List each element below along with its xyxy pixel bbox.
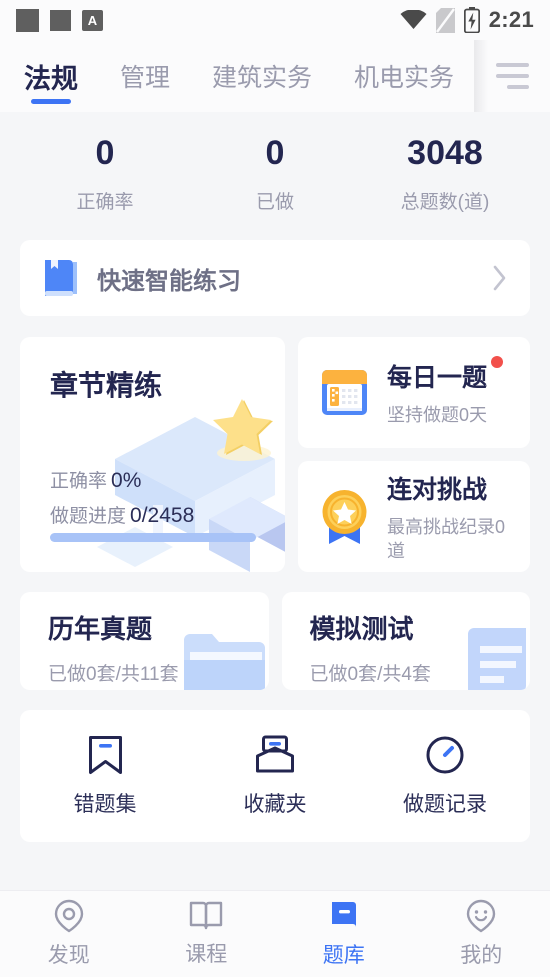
mock-test-subtitle: 已做0套/共4套	[309, 664, 431, 686]
streak-challenge-title: 连对挑战	[387, 475, 488, 504]
battery-charging-icon	[463, 7, 480, 33]
daily-question-text: 每日一题 坚持做题0天	[387, 355, 504, 427]
square-icon	[16, 8, 39, 32]
streak-challenge-subtitle: 最高挑战纪录0道	[387, 516, 506, 562]
chapter-practice-title: 章节精练	[50, 370, 163, 402]
bookmark-icon	[87, 735, 124, 775]
mid-right-column: 每日一题 坚持做题0天 连对挑战 最高挑战纪录0道	[298, 337, 530, 573]
a-badge-icon: A	[82, 9, 103, 31]
tab-jidian-shiwu[interactable]: 机电实务	[354, 40, 454, 112]
tab-label: 建筑实务	[212, 64, 313, 92]
nav-discover[interactable]: 发现	[0, 899, 138, 969]
mock-test-card[interactable]: 模拟测试 已做0套/共4套	[281, 592, 530, 691]
tab-label: 法规	[24, 63, 78, 94]
nav-question-bank[interactable]: 题库	[275, 899, 413, 969]
nav-label: 发现	[47, 944, 90, 967]
nav-courses[interactable]: 课程	[138, 900, 276, 968]
tab-label: 管理	[120, 64, 171, 92]
mid-card-grid: 章节精练 正确率 0% 做题进度 0/2458 每日一题 坚持做题0天 连对挑战…	[20, 337, 530, 573]
mock-test-title: 模拟测试	[309, 614, 414, 645]
tools-card: 错题集 收藏夹 做题记录	[20, 710, 530, 843]
tool-history[interactable]: 做题记录	[360, 735, 530, 818]
stat-value: 3048	[407, 134, 483, 172]
question-bank-icon	[327, 899, 361, 933]
main-content: 0 正确率 0 已做 3048 总题数(道) 快速智能练习 章节精练 正确率 0…	[0, 112, 550, 843]
streak-challenge-card[interactable]: 连对挑战 最高挑战纪录0道	[298, 461, 530, 573]
stat-accuracy: 0 正确率	[20, 134, 190, 214]
tool-label: 收藏夹	[243, 792, 307, 816]
profile-icon	[464, 899, 498, 933]
chapter-progress-value: 0/2458	[130, 504, 195, 528]
discover-icon	[52, 899, 86, 933]
chevron-right-icon	[492, 264, 508, 292]
tool-label: 错题集	[73, 792, 137, 816]
chapter-practice-card[interactable]: 章节精练 正确率 0% 做题进度 0/2458	[20, 337, 285, 573]
tab-fagui[interactable]: 法规	[24, 40, 78, 112]
tool-label: 做题记录	[403, 792, 487, 816]
category-tab-bar: 法规 管理 建筑实务 机电实务	[0, 40, 550, 112]
calendar-icon	[316, 364, 373, 421]
medal-icon	[316, 486, 373, 548]
status-bar-clock: 2:21	[488, 7, 534, 32]
status-bar: A 2:21	[0, 0, 550, 40]
nav-profile[interactable]: 我的	[413, 899, 550, 969]
daily-question-title: 每日一题	[387, 355, 504, 394]
stat-label: 已做	[255, 192, 294, 214]
tab-active-indicator	[31, 99, 71, 104]
book-icon	[42, 258, 80, 298]
category-tabs: 法规 管理 建筑实务 机电实务	[0, 40, 474, 112]
hamburger-icon	[495, 63, 529, 89]
past-exams-subtitle: 已做0套/共11套	[48, 664, 179, 686]
streak-challenge-text: 连对挑战 最高挑战纪录0道	[387, 470, 520, 564]
chapter-accuracy-row: 正确率 0%	[50, 466, 285, 493]
chapter-progress-bar	[50, 533, 256, 543]
stat-value: 0	[95, 134, 115, 172]
nav-label: 我的	[460, 944, 503, 967]
stat-done: 0 已做	[190, 134, 360, 214]
book-open-icon	[189, 900, 223, 932]
stats-row: 0 正确率 0 已做 3048 总题数(道)	[20, 112, 530, 240]
star-icon	[213, 399, 273, 462]
nav-label: 课程	[185, 943, 228, 966]
inbox-icon	[255, 735, 295, 775]
status-bar-left-icons: A	[16, 8, 103, 32]
status-bar-right-icons: 2:21	[400, 7, 534, 33]
menu-button[interactable]	[474, 40, 550, 112]
bottom-navigation: 发现 课程 题库 我的	[0, 890, 550, 977]
chapter-progress-row: 做题进度 0/2458	[50, 501, 285, 528]
chapter-accuracy-value: 0%	[111, 469, 142, 493]
tab-jianzhu-shiwu[interactable]: 建筑实务	[212, 40, 312, 112]
chapter-progress-label: 做题进度	[50, 506, 127, 528]
tab-label: 机电实务	[354, 64, 455, 92]
exam-card-row: 历年真题 已做0套/共11套 模拟测试 已做0套/共4套	[20, 592, 530, 691]
app-screen: A 2:21 法规 管理 建筑实务 机电实务 0 正确率 0 已做 3048 总…	[0, 0, 550, 977]
notification-badge	[491, 355, 504, 368]
tool-wrong-questions[interactable]: 错题集	[20, 735, 190, 818]
quick-practice-card[interactable]: 快速智能练习	[20, 240, 530, 317]
past-exams-card[interactable]: 历年真题 已做0套/共11套	[20, 592, 269, 691]
chapter-accuracy-label: 正确率	[50, 471, 108, 493]
square-icon	[50, 9, 71, 31]
wifi-icon	[400, 10, 427, 30]
tab-guanli[interactable]: 管理	[120, 40, 170, 112]
stat-label: 正确率	[76, 192, 134, 214]
tool-favorites[interactable]: 收藏夹	[190, 735, 360, 818]
stat-total: 3048 总题数(道)	[360, 134, 530, 214]
quick-practice-title: 快速智能练习	[97, 267, 241, 295]
stat-label: 总题数(道)	[400, 192, 490, 214]
nav-label: 题库	[322, 944, 365, 967]
daily-question-subtitle: 坚持做题0天	[387, 404, 488, 425]
stat-value: 0	[265, 134, 285, 172]
no-sim-icon	[435, 7, 455, 33]
past-exams-title: 历年真题	[48, 614, 153, 645]
daily-question-card[interactable]: 每日一题 坚持做题0天	[298, 337, 530, 449]
clock-icon	[425, 735, 465, 775]
